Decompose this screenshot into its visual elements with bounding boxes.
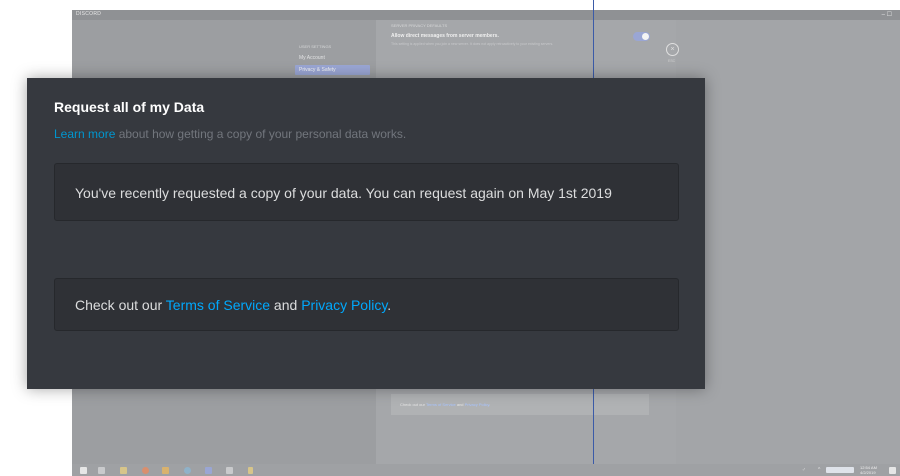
- chevron-up-icon[interactable]: ^: [818, 467, 820, 473]
- start-icon[interactable]: [80, 467, 87, 474]
- terms-card: Check out our Terms of Service and Priva…: [54, 278, 679, 331]
- taskbar-clock[interactable]: 12:54 AM 4/2/2019: [860, 465, 877, 475]
- learn-more-link[interactable]: Learn more: [54, 127, 115, 141]
- privacy-policy-link[interactable]: Privacy Policy: [301, 297, 387, 313]
- window-controls[interactable]: – ☐: [882, 11, 892, 18]
- modal-subtitle-rest: about how getting a copy of your persona…: [115, 127, 407, 141]
- modal-subtitle: Learn more about how getting a copy of y…: [54, 127, 406, 141]
- terms-suffix: .: [387, 297, 392, 313]
- people-icon[interactable]: ♂: [802, 467, 806, 473]
- sidebar-item-label: Privacy & Safety: [299, 67, 336, 73]
- modal-title: Request all of my Data: [54, 99, 205, 115]
- clock-date: 4/2/2019: [860, 470, 876, 475]
- taskbar-app-icon-2[interactable]: [226, 467, 233, 474]
- terms-prefix: Check out our: [75, 297, 166, 313]
- discord-taskbar-icon[interactable]: [205, 467, 212, 474]
- notification-icon[interactable]: [889, 467, 896, 474]
- terms-text: Check out our Terms of Service and Priva…: [75, 297, 391, 313]
- background-tos-text: Check out our Terms of Service and Priva…: [400, 402, 490, 407]
- window-titlebar: [72, 10, 900, 20]
- sidebar-section-label: USER SETTINGS: [299, 44, 332, 49]
- background-tos-suffix: .: [489, 402, 491, 407]
- system-tray-icons[interactable]: [826, 467, 854, 473]
- task-view-icon[interactable]: [98, 467, 105, 474]
- taskbar: [72, 464, 900, 476]
- request-data-modal: Request all of my Data Learn more about …: [27, 78, 705, 389]
- window-title: DISCORD: [76, 11, 102, 17]
- taskbar-browser-icon[interactable]: [184, 467, 191, 474]
- request-status-card: You've recently requested a copy of your…: [54, 163, 679, 221]
- file-explorer-icon[interactable]: [120, 467, 127, 474]
- taskbar-app-icon-3[interactable]: [248, 467, 253, 474]
- background-tos-link[interactable]: Terms of Service: [426, 402, 456, 407]
- request-status-message: You've recently requested a copy of your…: [75, 185, 612, 201]
- allow-dm-toggle[interactable]: [633, 32, 650, 41]
- close-settings-icon[interactable]: ×: [666, 43, 679, 56]
- terms-of-service-link[interactable]: Terms of Service: [166, 297, 270, 313]
- esc-label: ESC: [668, 59, 676, 63]
- allow-dm-description: This setting is applied when you join a …: [391, 42, 554, 46]
- privacy-section-heading: SERVER PRIVACY DEFAULTS: [391, 23, 448, 28]
- taskbar-app-icon[interactable]: [162, 467, 169, 474]
- sidebar-item-my-account[interactable]: My Account: [299, 55, 325, 61]
- allow-dm-label: Allow direct messages from server member…: [391, 33, 499, 39]
- terms-middle: and: [270, 297, 302, 313]
- background-privacy-link[interactable]: Privacy Policy: [465, 402, 490, 407]
- chrome-icon[interactable]: [142, 467, 149, 474]
- background-tos-middle: and: [455, 402, 465, 407]
- sidebar-item-privacy-safety[interactable]: Privacy & Safety: [295, 65, 370, 75]
- background-tos-prefix: Check out our: [400, 402, 426, 407]
